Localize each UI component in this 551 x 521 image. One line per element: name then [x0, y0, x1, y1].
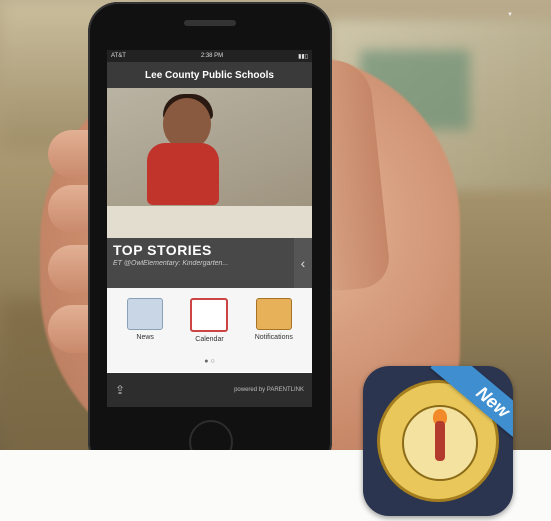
bottom-bar: ⇪ powered by PARENTLINK: [107, 373, 312, 407]
top-stories-banner[interactable]: TOP STORIES ET @OwlElementary: Kindergar…: [107, 238, 312, 288]
calendar-tile[interactable]: Calendar: [182, 298, 236, 358]
watermark-logo: ▼: [507, 12, 513, 18]
battery-icon: ▮▮▯: [298, 53, 308, 60]
status-time: 2:38 PM: [200, 53, 224, 59]
notifications-label: Notifications: [254, 334, 293, 341]
app-icons: News Calendar Notifications: [107, 288, 312, 358]
story-photo[interactable]: [107, 88, 312, 238]
app-icon-badge: New: [363, 366, 513, 516]
newspaper-icon: [127, 298, 164, 330]
phone: AT&T 2:38 PM ▮▮▯ Lee County Public Schoo…: [88, 2, 332, 470]
status-bar: AT&T 2:38 PM ▮▮▯: [107, 50, 312, 62]
calendar-label: Calendar: [195, 336, 224, 343]
torch-icon: [435, 421, 445, 461]
top-stories-subtitle: ET @OwlElementary: Kindergarten...: [113, 260, 229, 267]
app-title: Lee County Public Schools: [145, 69, 274, 81]
top-stories-title: TOP STORIES: [113, 242, 212, 258]
powered-by: powered by PARENTLINK: [234, 387, 304, 393]
phone-speaker: [184, 20, 236, 26]
notifications-icon: [255, 298, 292, 330]
page-dots: ● ○: [107, 358, 312, 372]
app-title-bar: Lee County Public Schools: [107, 62, 312, 88]
share-icon[interactable]: ⇪: [115, 383, 125, 397]
calendar-icon: [190, 298, 229, 332]
phone-screen: AT&T 2:38 PM ▮▮▯ Lee County Public Schoo…: [107, 50, 312, 407]
chevron-left-icon[interactable]: ‹: [294, 238, 312, 288]
notifications-tile[interactable]: Notifications: [247, 298, 301, 358]
news-tile[interactable]: News: [118, 298, 172, 358]
status-carrier: AT&T: [111, 53, 126, 59]
news-label: News: [136, 334, 154, 341]
